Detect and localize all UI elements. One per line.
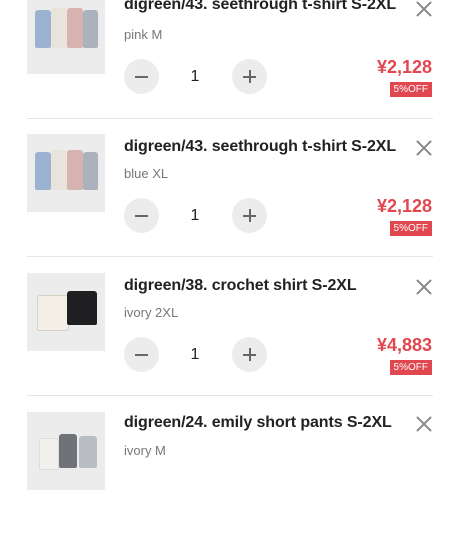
cart-item: digreen/43. seethrough t-shirt S-2XL pin… <box>0 0 460 134</box>
shirt-image-part <box>83 10 98 48</box>
product-title[interactable]: digreen/43. seethrough t-shirt S-2XL <box>124 138 396 156</box>
minus-icon <box>135 75 148 78</box>
divider <box>27 118 433 119</box>
product-thumbnail[interactable] <box>27 134 105 212</box>
quantity-value: 1 <box>190 346 200 363</box>
shirt-image-part <box>67 8 83 48</box>
product-variant: ivory 2XL <box>124 305 179 320</box>
increase-quantity-button[interactable] <box>232 198 267 233</box>
plus-icon-stroke <box>248 348 251 361</box>
product-title[interactable]: digreen/43. seethrough t-shirt S-2XL <box>124 0 396 14</box>
minus-icon <box>135 214 148 217</box>
shirt-image-part <box>83 152 98 190</box>
divider <box>27 256 433 257</box>
quantity-value: 1 <box>190 68 200 85</box>
shirt-image-part <box>79 436 97 468</box>
cart-item: digreen/38. crochet shirt S-2XL ivory 2X… <box>0 273 460 411</box>
product-variant: ivory M <box>124 443 166 458</box>
product-thumbnail[interactable] <box>27 0 105 74</box>
divider <box>27 395 433 396</box>
increase-quantity-button[interactable] <box>232 337 267 372</box>
cart-item: digreen/24. emily short pants S-2XL ivor… <box>0 412 460 550</box>
close-icon[interactable] <box>415 0 433 18</box>
product-variant: pink M <box>124 27 163 42</box>
plus-icon-stroke <box>248 209 251 222</box>
product-price: ¥2,128 <box>376 196 432 216</box>
quantity-value: 1 <box>190 207 200 224</box>
close-icon[interactable] <box>415 278 433 296</box>
decrease-quantity-button[interactable] <box>124 337 159 372</box>
close-icon[interactable] <box>415 415 433 433</box>
product-price: ¥4,883 <box>376 335 432 355</box>
product-thumbnail[interactable] <box>27 412 105 490</box>
product-title[interactable]: digreen/38. crochet shirt S-2XL <box>124 277 357 295</box>
decrease-quantity-button[interactable] <box>124 198 159 233</box>
shirt-image-part <box>35 152 51 190</box>
shirt-image-part <box>67 291 97 325</box>
product-variant: blue XL <box>124 166 169 181</box>
shirt-image-part <box>35 10 51 48</box>
product-thumbnail[interactable] <box>27 273 105 351</box>
increase-quantity-button[interactable] <box>232 59 267 94</box>
shirt-image-part <box>51 150 67 190</box>
shirt-image-part <box>51 8 67 48</box>
product-price: ¥2,128 <box>376 57 432 77</box>
shirt-image-part <box>67 150 83 190</box>
decrease-quantity-button[interactable] <box>124 59 159 94</box>
discount-badge: 5%OFF <box>389 221 432 236</box>
minus-icon <box>135 353 148 356</box>
discount-badge: 5%OFF <box>389 82 432 97</box>
shirt-image-part <box>39 438 59 470</box>
cart-item: digreen/43. seethrough t-shirt S-2XL blu… <box>0 134 460 272</box>
close-icon[interactable] <box>415 139 433 157</box>
plus-icon-stroke <box>248 70 251 83</box>
discount-badge: 5%OFF <box>389 360 432 375</box>
shirt-image-part <box>37 295 69 331</box>
product-title[interactable]: digreen/24. emily short pants S-2XL <box>124 414 392 432</box>
shirt-image-part <box>59 434 77 468</box>
